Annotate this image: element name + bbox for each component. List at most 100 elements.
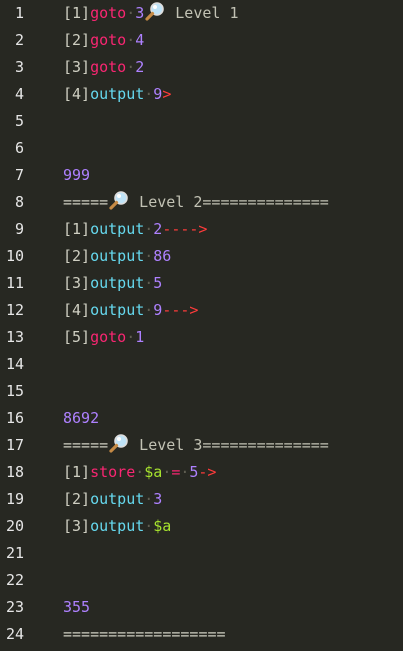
- code-line[interactable]: 21: [0, 540, 403, 567]
- code-line[interactable]: 8 ===== Level 2==============: [0, 189, 403, 216]
- line-code: 999: [63, 162, 90, 189]
- code-token: [2]: [63, 31, 91, 49]
- code-line[interactable]: 19 [2]output·3: [0, 486, 403, 513]
- line-code: [1]store·$a·=·5->: [63, 459, 216, 486]
- code-token: =: [171, 463, 181, 481]
- code-line[interactable]: 23 355: [0, 594, 403, 621]
- code-line[interactable]: 7 999: [0, 162, 403, 189]
- whitespace-dot: ·: [144, 274, 154, 292]
- line-code: [3]goto·2: [63, 54, 144, 81]
- code-line[interactable]: 14: [0, 351, 403, 378]
- code-line[interactable]: 20 [3]output·$a: [0, 513, 403, 540]
- line-number: 6: [14, 139, 24, 157]
- code-line[interactable]: 10 [2]output·86: [0, 243, 403, 270]
- code-token: [3]: [63, 517, 91, 535]
- line-number: 18: [5, 463, 24, 481]
- line-number: 11: [5, 274, 24, 292]
- line-code: [3]output·5: [63, 270, 162, 297]
- code-token: =====: [63, 436, 109, 454]
- code-token: >: [162, 85, 172, 103]
- line-number: 12: [5, 301, 24, 319]
- magnifier-icon: [144, 1, 166, 23]
- code-token: Level 1: [166, 4, 239, 22]
- code-token: [2]: [63, 490, 91, 508]
- code-editor[interactable]: 1 [1]goto·3 Level 1 2 [2]goto·4 3 [3]goto·2 4[…: [0, 0, 403, 651]
- code-token: Level 2==============: [130, 193, 329, 211]
- line-code: [5]goto·1: [63, 324, 144, 351]
- line-number: 5: [14, 112, 24, 130]
- line-code: ===== Level 3==============: [63, 432, 329, 459]
- code-token: 3: [135, 4, 145, 22]
- code-line[interactable]: 5: [0, 108, 403, 135]
- code-token: 8692: [63, 409, 100, 427]
- line-number: 9: [14, 220, 24, 238]
- code-line[interactable]: 18 [1]store·$a·=·5->: [0, 459, 403, 486]
- code-line[interactable]: 12 [4]output·9--->: [0, 297, 403, 324]
- line-number: 20: [5, 517, 24, 535]
- code-token: 9: [153, 85, 163, 103]
- code-line[interactable]: 11 [3]output·5: [0, 270, 403, 297]
- code-token: =====: [63, 193, 109, 211]
- code-line[interactable]: 15: [0, 378, 403, 405]
- magnifier-icon: [108, 190, 130, 212]
- code-token: 5: [153, 274, 163, 292]
- code-token: output: [90, 490, 145, 508]
- code-line[interactable]: 3 [3]goto·2: [0, 54, 403, 81]
- code-token: goto: [90, 31, 127, 49]
- code-line[interactable]: 22: [0, 567, 403, 594]
- code-token: ---->: [162, 220, 208, 238]
- code-line[interactable]: 17 ===== Level 3==============: [0, 432, 403, 459]
- code-line[interactable]: 9 [1]output·2---->: [0, 216, 403, 243]
- code-line[interactable]: 1 [1]goto·3 Level 1: [0, 0, 403, 27]
- code-token: [4]: [63, 301, 91, 319]
- line-number: 14: [5, 355, 24, 373]
- whitespace-dot: ·: [144, 517, 154, 535]
- line-number: 3: [14, 58, 24, 76]
- line-number: 23: [5, 598, 24, 616]
- whitespace-dot: ·: [135, 463, 145, 481]
- code-line[interactable]: 4 [4]output·9>: [0, 81, 403, 108]
- code-token: [1]: [63, 220, 91, 238]
- code-token: goto: [90, 4, 127, 22]
- line-number: 16: [5, 409, 24, 427]
- line-number: 19: [5, 490, 24, 508]
- whitespace-dot: ·: [144, 220, 154, 238]
- line-code: [4]output·9>: [63, 81, 171, 108]
- whitespace-dot: ·: [144, 247, 154, 265]
- line-code: [1]goto·3 Level 1: [63, 0, 239, 27]
- code-line[interactable]: 24 ==================: [0, 621, 403, 648]
- code-token: output: [90, 517, 145, 535]
- code-token: 2: [135, 58, 145, 76]
- line-code: ==================: [63, 621, 226, 648]
- line-number: 4: [14, 85, 24, 103]
- line-code: ===== Level 2==============: [63, 189, 329, 216]
- code-token: 86: [153, 247, 172, 265]
- whitespace-dot: ·: [180, 463, 190, 481]
- code-token: 2: [153, 220, 163, 238]
- code-token: ==================: [63, 625, 226, 643]
- line-number: 10: [5, 247, 24, 265]
- line-code: 355: [63, 594, 90, 621]
- code-token: output: [90, 301, 145, 319]
- code-token: --->: [162, 301, 199, 319]
- whitespace-dot: ·: [144, 85, 154, 103]
- line-code: [2]output·3: [63, 486, 162, 513]
- code-token: 1: [135, 328, 145, 346]
- line-number: 17: [5, 436, 24, 454]
- code-token: 355: [63, 598, 91, 616]
- whitespace-dot: ·: [126, 31, 136, 49]
- code-line[interactable]: 6: [0, 135, 403, 162]
- code-token: [4]: [63, 85, 91, 103]
- code-token: $a: [153, 517, 172, 535]
- line-number: 22: [5, 571, 24, 589]
- code-line[interactable]: 2 [2]goto·4: [0, 27, 403, 54]
- code-line[interactable]: 13 [5]goto·1: [0, 324, 403, 351]
- line-number: 24: [5, 625, 24, 643]
- code-token: [5]: [63, 328, 91, 346]
- code-token: 999: [63, 166, 91, 184]
- whitespace-dot: ·: [126, 4, 136, 22]
- code-line[interactable]: 16 8692: [0, 405, 403, 432]
- code-token: 9: [153, 301, 163, 319]
- line-code: [3]output·$a: [63, 513, 171, 540]
- line-code: [1]output·2---->: [63, 216, 207, 243]
